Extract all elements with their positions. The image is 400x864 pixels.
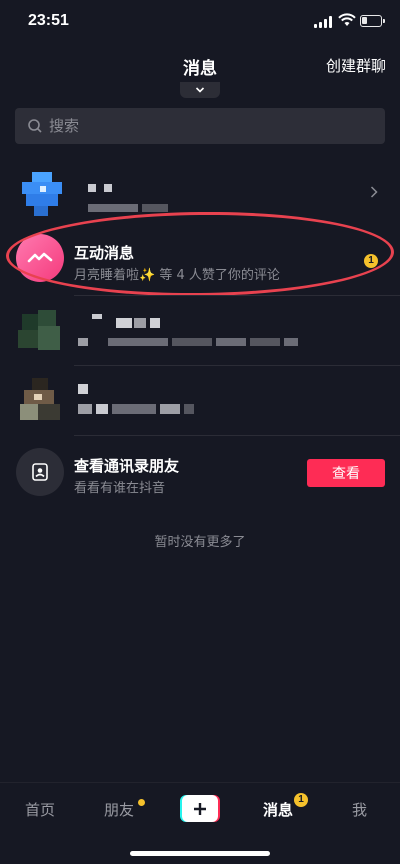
contacts-subtitle: 看看有谁在抖音: [74, 481, 166, 496]
view-contacts-button[interactable]: 查看: [307, 459, 385, 487]
chevron-down-icon: [195, 87, 205, 93]
search-icon: [28, 119, 42, 133]
divider: [74, 295, 400, 296]
avatar: [16, 170, 64, 218]
search-bar[interactable]: [15, 108, 385, 144]
interaction-subtitle: 月亮睡着啦✨ 等 4 人赞了你的评论: [74, 268, 280, 283]
tab-me[interactable]: 我: [352, 799, 367, 820]
status-bar: 23:51: [0, 0, 400, 44]
create-post-button[interactable]: [180, 795, 220, 822]
home-indicator[interactable]: [130, 851, 270, 856]
avatar: [16, 306, 64, 354]
friends-dot-badge: [138, 799, 145, 806]
address-book-icon: [32, 463, 48, 481]
dropdown-toggle[interactable]: [180, 82, 220, 98]
lightning-icon: [27, 252, 53, 263]
unread-badge: 1: [364, 254, 378, 268]
tab-home[interactable]: 首页: [25, 799, 55, 820]
conversation-item[interactable]: [0, 164, 400, 220]
conversation-item[interactable]: [0, 370, 400, 434]
cellular-signal-icon: [314, 16, 334, 28]
battery-icon: [360, 15, 385, 27]
status-time: 23:51: [28, 12, 69, 29]
chevron-right-icon: [370, 186, 378, 198]
wifi-icon: [338, 13, 356, 26]
tab-friends[interactable]: 朋友: [104, 799, 134, 820]
search-input[interactable]: [49, 117, 349, 135]
conversation-item[interactable]: [0, 300, 400, 364]
contacts-title: 查看通讯录朋友: [74, 457, 180, 475]
avatar: [16, 376, 64, 424]
no-more-text: 暂时没有更多了: [154, 535, 246, 550]
divider: [74, 365, 400, 366]
divider: [74, 435, 400, 436]
tab-messages[interactable]: 消息: [263, 799, 293, 820]
interaction-title: 互动消息: [74, 244, 135, 262]
plus-icon: [194, 802, 206, 815]
interaction-avatar: [16, 234, 64, 282]
interaction-messages-item[interactable]: 互动消息 月亮睡着啦✨ 等 4 人赞了你的评论 1: [0, 222, 400, 292]
messages-badge: 1: [294, 793, 308, 807]
create-group-button[interactable]: 创建群聊: [326, 55, 386, 76]
contacts-icon: [16, 448, 64, 496]
